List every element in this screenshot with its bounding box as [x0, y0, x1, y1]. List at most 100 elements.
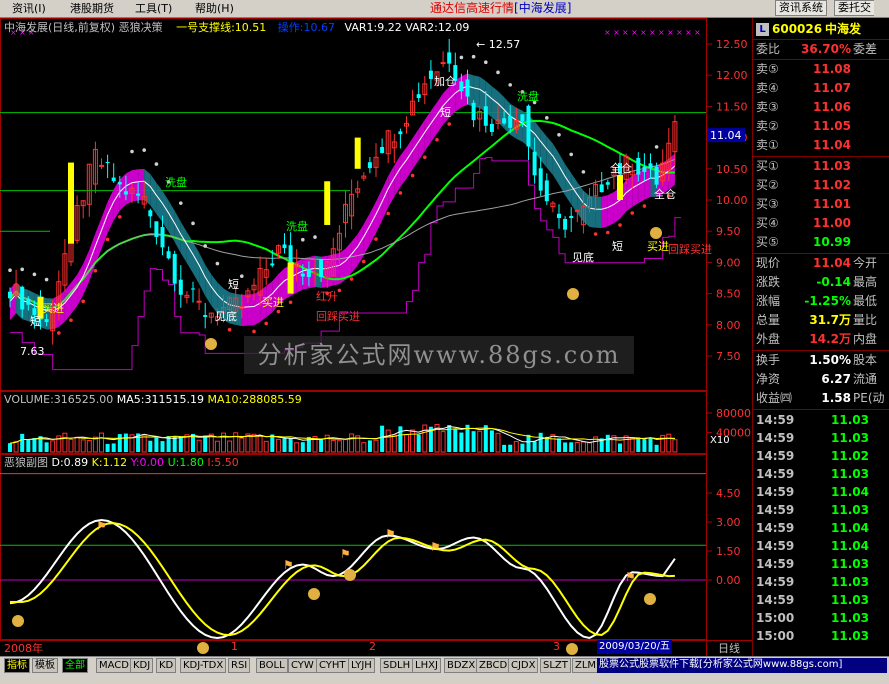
- trend-ribbon: [601, 195, 608, 228]
- tab-rsi[interactable]: RSI: [228, 658, 251, 673]
- tick-time: 14:59: [756, 593, 795, 607]
- tick-price: 11.04: [831, 521, 869, 535]
- top-marker: ×: [658, 28, 665, 37]
- volume-bar-down: [453, 428, 458, 452]
- volume-bar-up: [623, 435, 629, 453]
- volume-bar-up: [373, 439, 379, 453]
- volume-bars: [8, 423, 678, 453]
- fin-value: 1.50%: [809, 353, 851, 367]
- var2-value: VAR2:12.09: [405, 21, 470, 34]
- title-suffix: [中海发展]: [514, 1, 572, 15]
- ask-level-label: 卖①: [756, 138, 779, 152]
- volume-bar-up: [349, 433, 355, 453]
- tab-kdj[interactable]: KDJ: [130, 658, 154, 673]
- menu-help[interactable]: 帮助(H): [195, 1, 234, 16]
- bid-ratio-row: 委比 36.70% 委差: [753, 40, 889, 59]
- money-bag-icon: [205, 338, 217, 350]
- menu-info[interactable]: 资讯(I): [12, 1, 46, 16]
- ad-banner[interactable]: 股票公式股票软件下载[分析家公式网www.88gs.com]: [597, 658, 887, 673]
- period-label[interactable]: 日线: [718, 640, 740, 656]
- stat-row: 现价 11.04 今开: [753, 254, 889, 273]
- sub-k-value: K:1.12: [91, 456, 128, 469]
- volume-bar-up: [391, 434, 397, 453]
- tab-bdzx[interactable]: BDZX: [444, 658, 479, 673]
- chart-area[interactable]: × × × × × × × × × × × × × × 洗盘 洗盘 洗盘 买进 买进 买进短短短短见底 见底 回踩买进回…: [0, 18, 752, 656]
- volume-bar-down: [416, 434, 421, 452]
- tab-cjdx[interactable]: CJDX: [508, 658, 539, 673]
- tab-指标[interactable]: 指标: [4, 658, 30, 673]
- tab-模板[interactable]: 模板: [32, 658, 58, 673]
- tab-全部[interactable]: 全部: [62, 658, 88, 673]
- stat-value: 14.2万: [809, 332, 851, 346]
- candle-body-down: [160, 227, 165, 248]
- bid-ratio-label2: 委差: [853, 42, 878, 56]
- tab-cyw[interactable]: CYW: [288, 658, 317, 673]
- tab-lyjh[interactable]: LYJH: [348, 658, 375, 673]
- tab-slzt[interactable]: SLZT: [540, 658, 571, 673]
- tab-macd[interactable]: MACD: [96, 658, 132, 673]
- volume-bar-down: [532, 441, 537, 452]
- signal-bar-yellow: [354, 137, 361, 169]
- volume-bar-up: [422, 424, 428, 453]
- tab-kd[interactable]: KD: [156, 658, 177, 673]
- tick-price: 11.03: [831, 467, 869, 481]
- candle-body-down: [563, 218, 568, 230]
- ask-level-row: 卖① 11.04: [753, 136, 889, 155]
- tick-time: 14:59: [756, 485, 795, 499]
- trail-dot: [423, 155, 427, 160]
- ask-level-row: 卖③ 11.06: [753, 98, 889, 117]
- trade-button[interactable]: 委托交: [834, 0, 874, 16]
- top-marker: ×: [676, 28, 683, 37]
- y-tick-label: 9.50: [716, 225, 741, 238]
- trail-dot: [508, 83, 512, 87]
- trail-dot: [93, 268, 98, 273]
- volume-bar-down: [648, 437, 653, 452]
- stat-label: 现价: [756, 256, 781, 270]
- candle-body-down: [178, 279, 183, 295]
- volume-bar-down: [508, 444, 513, 452]
- volume-bar-up: [574, 442, 580, 453]
- tab-zbcd[interactable]: ZBCD: [476, 658, 511, 673]
- volume-bar-up: [410, 429, 416, 453]
- menu-bar: 资讯(I) 港股期货 工具(T) 帮助(H) 通达信高速行情[中海发展] 资讯系…: [0, 0, 889, 18]
- bid-level-value: 11.02: [813, 178, 851, 192]
- trail-dot: [545, 116, 549, 120]
- tab-kdj-tdx[interactable]: KDJ-TDX: [180, 658, 227, 673]
- candle-body-down: [642, 166, 647, 172]
- candle-body-down: [123, 191, 128, 195]
- menu-hk-futures[interactable]: 港股期货: [70, 1, 114, 16]
- trail-dot: [362, 259, 366, 264]
- sub-i-value: I:5.50: [207, 456, 239, 469]
- candle-body-down: [367, 162, 372, 169]
- signal-annotation: 回踩买进: [316, 310, 360, 323]
- candle-body-down: [654, 166, 659, 185]
- tick-price: 11.03: [831, 575, 869, 589]
- candle-body-down: [172, 254, 177, 284]
- menu-tools[interactable]: 工具(T): [135, 1, 172, 16]
- volume-bar-down: [398, 426, 403, 452]
- volume-bar-up: [275, 438, 281, 453]
- volume-bar-down: [489, 430, 494, 452]
- stat-label: 涨幅: [756, 294, 781, 308]
- tab-cyht[interactable]: CYHT: [316, 658, 349, 673]
- tab-lhxj[interactable]: LHXJ: [412, 658, 441, 673]
- trail-dot: [8, 268, 12, 272]
- trail-dot: [57, 331, 61, 335]
- tick-price: 11.03: [831, 557, 869, 571]
- tab-boll[interactable]: BOLL: [256, 658, 288, 673]
- signal-annotation: 买进: [262, 296, 284, 309]
- volume-bar-up: [74, 436, 80, 453]
- volume-bar-up: [404, 434, 409, 453]
- candle-body-down: [306, 268, 311, 278]
- candle-body-down: [538, 168, 543, 191]
- signal-annotation: 短: [612, 239, 623, 253]
- trail-dot: [215, 261, 220, 266]
- money-bag-icon: [197, 642, 209, 654]
- candle-body-down: [532, 151, 537, 176]
- candle-body-down: [648, 163, 653, 169]
- trend-ribbon: [333, 252, 340, 286]
- trail-dot: [581, 170, 586, 174]
- tab-sdlh[interactable]: SDLH: [380, 658, 414, 673]
- info-system-button[interactable]: 资讯系统: [775, 0, 827, 16]
- ask-level-row: 卖⑤ 11.08: [753, 60, 889, 79]
